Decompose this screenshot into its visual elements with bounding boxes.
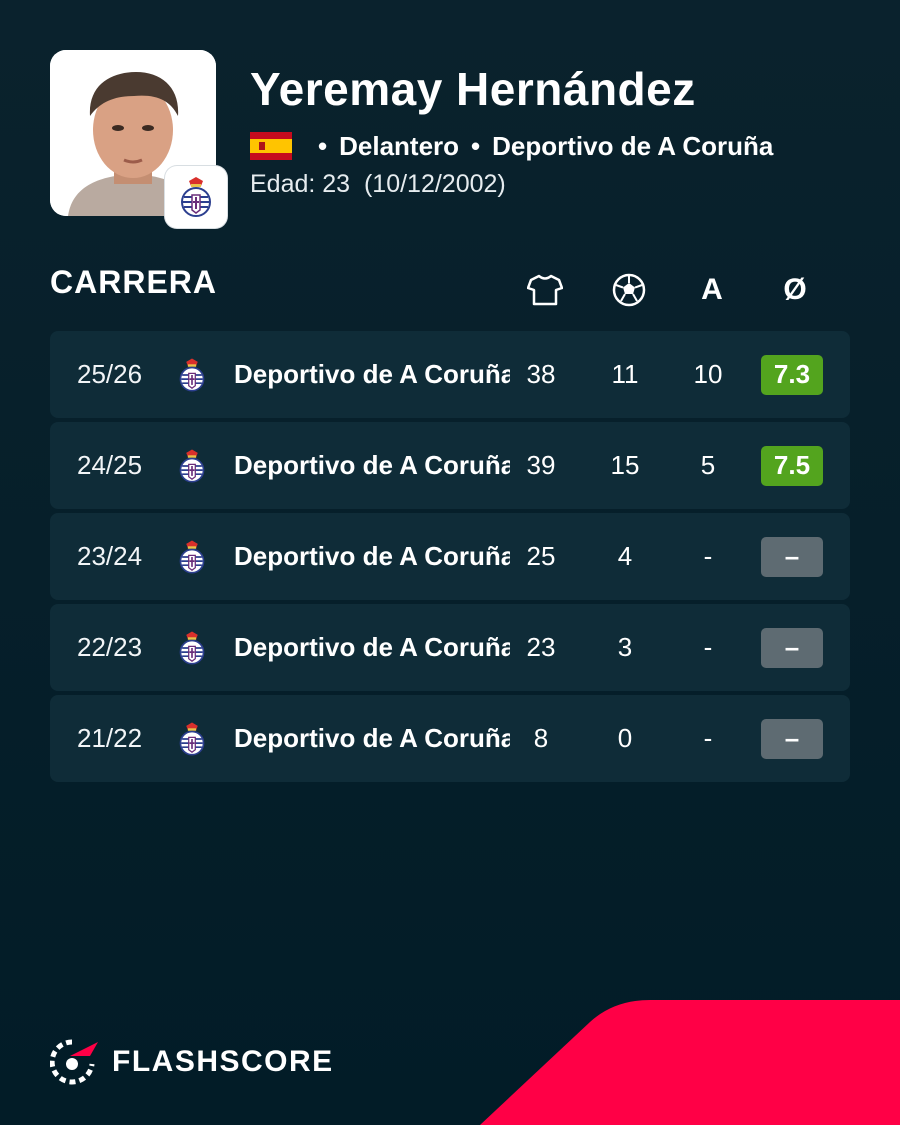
row-season: 23/24 (77, 541, 143, 571)
career-row: 24/25 Deportivo de A Coruña 39 15 5 7.5 (50, 422, 850, 509)
row-season: 22/23 (77, 632, 143, 662)
team-crest-icon (176, 604, 208, 691)
row-team[interactable]: Deportivo de A Coruña (234, 331, 510, 418)
deportivo-crest-icon (181, 177, 211, 217)
row-goals: 3 (617, 632, 633, 662)
row-goals: 0 (617, 723, 633, 753)
row-team[interactable]: Deportivo de A Coruña (234, 695, 510, 782)
career-row: 21/22 Deportivo de A Coruña 8 0 - – (50, 695, 850, 782)
row-apps: 23 (526, 632, 556, 662)
team-crest-icon (176, 422, 208, 509)
ball-icon (612, 273, 646, 307)
team-crest-icon (176, 513, 208, 600)
row-apps: 38 (526, 359, 556, 389)
row-team[interactable]: Deportivo de A Coruña (234, 422, 510, 509)
rating-badge: – (761, 536, 823, 577)
brand-name: FLASHSCORE (112, 1045, 334, 1078)
player-club: Deportivo de A Coruña (492, 130, 774, 161)
separator-dot: • (318, 130, 328, 161)
club-crest-badge (165, 166, 227, 228)
row-goals: 11 (611, 359, 639, 389)
team-crest-icon (176, 331, 208, 418)
shirt-icon (527, 274, 563, 306)
rating-badge: – (761, 718, 823, 759)
career-row: 23/24 Deportivo de A Coruña 25 4 - – (50, 513, 850, 600)
col-apps-header (515, 268, 575, 312)
row-apps: 39 (526, 450, 556, 480)
row-assists: - (703, 723, 713, 753)
career-row: 25/26 Deportivo de A Coruña 38 11 10 7.3 (50, 331, 850, 418)
rating-badge: – (761, 627, 823, 668)
career-title: CARRERA (50, 264, 217, 300)
row-team[interactable]: Deportivo de A Coruña (234, 513, 510, 600)
row-assists: - (703, 541, 713, 571)
row-goals: 15 (610, 450, 640, 480)
player-age: Edad: 23 (10/12/2002) (250, 170, 506, 198)
rating-badge: 7.3 (761, 354, 823, 395)
row-team[interactable]: Deportivo de A Coruña (234, 604, 510, 691)
row-season: 24/25 (77, 450, 143, 480)
player-meta: • Delantero • Deportivo de A Coruña (250, 128, 773, 164)
team-crest-icon (176, 695, 208, 782)
flashscore-logo-icon (50, 1039, 98, 1085)
career-row: 22/23 Deportivo de A Coruña 23 3 - – (50, 604, 850, 691)
row-goals: 4 (617, 541, 633, 571)
col-goals-header (599, 268, 659, 312)
row-apps: 8 (533, 723, 549, 753)
row-season: 21/22 (77, 723, 143, 753)
row-assists: 5 (700, 450, 716, 480)
col-assists-header: A (701, 273, 723, 306)
player-position: Delantero (339, 130, 460, 161)
row-assists: - (703, 632, 713, 662)
separator-dot: • (471, 130, 481, 161)
row-apps: 25 (526, 541, 556, 571)
row-assists: 10 (693, 359, 723, 389)
rating-badge: 7.5 (761, 445, 823, 486)
row-season: 25/26 (77, 359, 143, 389)
footer-accent-shape (480, 1000, 900, 1125)
career-table: 25/26 Deportivo de A Coruña 38 11 10 7.3… (50, 331, 850, 786)
spain-flag-icon (250, 132, 292, 160)
player-name: Yeremay Hernández (250, 63, 696, 115)
flashscore-logo: FLASHSCORE (50, 1038, 334, 1086)
col-rating-header: Ø (783, 273, 807, 306)
